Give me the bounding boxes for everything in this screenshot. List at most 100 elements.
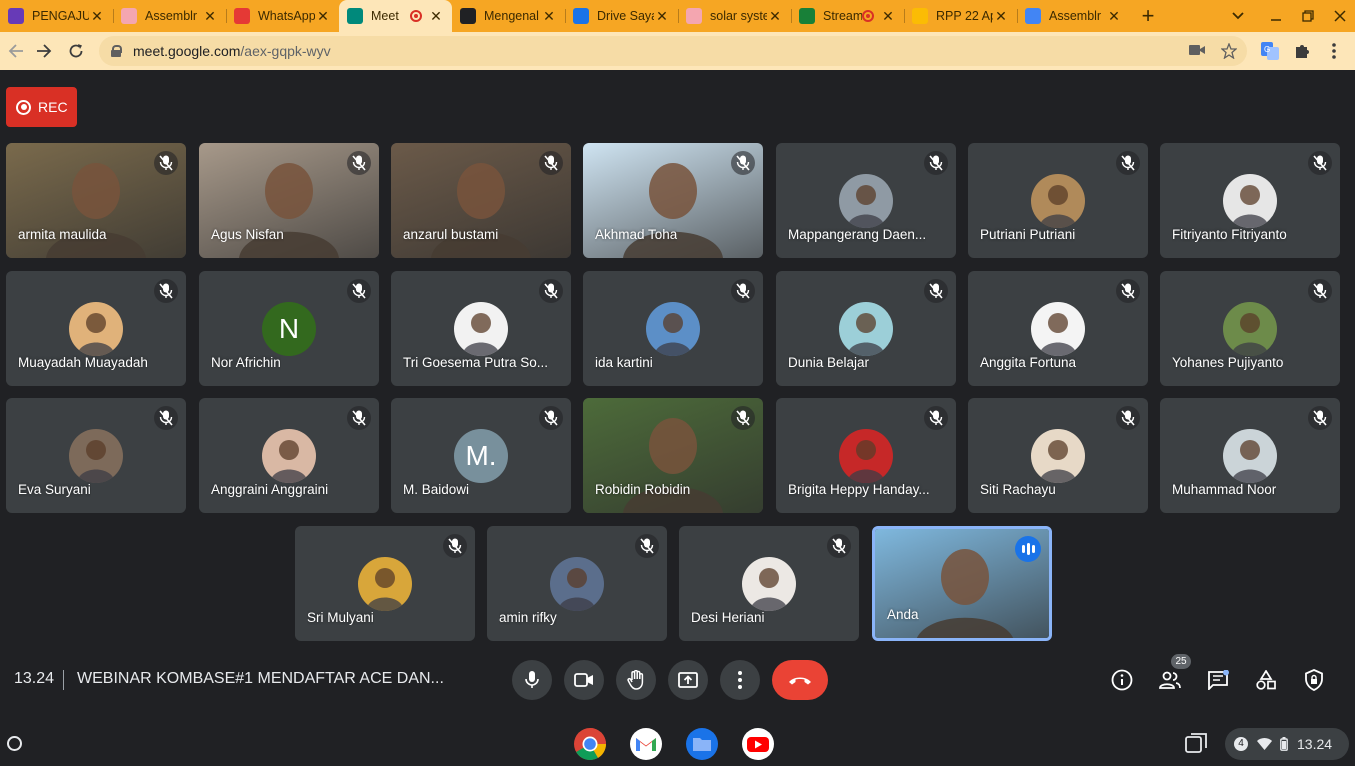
translate-extension-button[interactable]: G: [1254, 35, 1286, 67]
restore-button[interactable]: [1292, 0, 1324, 32]
participant-name: Muayadah Muayadah: [18, 355, 148, 370]
participant-tile[interactable]: Desi Heriani: [679, 526, 859, 641]
browser-menu-button[interactable]: [1318, 35, 1350, 67]
browser-tab[interactable]: Stream ✕: [791, 0, 904, 32]
chat-button[interactable]: [1204, 666, 1232, 694]
participant-tile[interactable]: Akhmad Toha: [583, 143, 763, 258]
lock-icon[interactable]: [111, 45, 122, 57]
browser-tab[interactable]: Assemblr ✕: [1017, 0, 1130, 32]
activities-button[interactable]: [1252, 666, 1280, 694]
browser-tab[interactable]: Drive Saya ✕: [565, 0, 678, 32]
participant-tile[interactable]: Sri Mulyani: [295, 526, 475, 641]
participant-tile[interactable]: Putriani Putriani: [968, 143, 1148, 258]
participant-tile[interactable]: Fitriyanto Fitriyanto: [1160, 143, 1340, 258]
participant-tile[interactable]: Yohanes Pujiyanto: [1160, 271, 1340, 386]
close-tab-icon[interactable]: ✕: [315, 8, 331, 25]
bookmark-star-icon[interactable]: [1220, 42, 1238, 60]
browser-tab[interactable]: solar system✕: [678, 0, 791, 32]
microphone-button[interactable]: [512, 660, 552, 700]
chevron-down-icon: [1232, 12, 1244, 20]
close-tab-icon[interactable]: ✕: [880, 8, 896, 25]
participant-name: Sri Mulyani: [307, 610, 374, 625]
participant-tile[interactable]: amin rifky: [487, 526, 667, 641]
self-video-tile[interactable]: Anda: [872, 526, 1052, 641]
present-screen-button[interactable]: [668, 660, 708, 700]
participant-tile[interactable]: Anggita Fortuna: [968, 271, 1148, 386]
launcher-button[interactable]: [7, 736, 22, 751]
reload-button[interactable]: [60, 35, 92, 67]
participant-tile[interactable]: Tri Goesema Putra So...: [391, 271, 571, 386]
avatar: [1223, 429, 1277, 483]
address-bar[interactable]: meet.google.com/aex-gqpk-wyv: [99, 36, 1247, 66]
microphone-off-icon: [539, 406, 563, 430]
close-tab-icon[interactable]: ✕: [993, 8, 1009, 25]
browser-tab[interactable]: PENGAJUAN✕: [0, 0, 113, 32]
svg-text:G: G: [1264, 45, 1270, 54]
gmail-app-icon[interactable]: [629, 727, 663, 761]
participant-name: Mappangerang Daen...: [788, 227, 927, 242]
close-tab-icon[interactable]: ✕: [202, 8, 218, 25]
microphone-off-icon: [924, 279, 948, 303]
battery-icon: [1280, 737, 1288, 751]
minimize-button[interactable]: [1260, 0, 1292, 32]
participant-tile[interactable]: ida kartini: [583, 271, 763, 386]
participant-tile[interactable]: Muayadah Muayadah: [6, 271, 186, 386]
close-tab-icon[interactable]: ✕: [654, 8, 670, 25]
microphone-off-icon: [347, 151, 371, 175]
host-controls-button[interactable]: [1300, 666, 1328, 694]
meeting-title[interactable]: WEBINAR KOMBASE#1 MENDAFTAR ACE DAN...: [77, 670, 444, 688]
participant-tile[interactable]: Siti Rachayu: [968, 398, 1148, 513]
microphone-off-icon: [347, 406, 371, 430]
participant-tile[interactable]: Mappangerang Daen...: [776, 143, 956, 258]
camera-button[interactable]: [564, 660, 604, 700]
tab-search-button[interactable]: [1222, 0, 1254, 32]
leave-call-button[interactable]: [772, 660, 828, 700]
participant-tile[interactable]: armita maulida: [6, 143, 186, 258]
close-window-button[interactable]: [1324, 0, 1355, 32]
files-app-icon[interactable]: [685, 727, 719, 761]
close-tab-icon[interactable]: ✕: [1106, 8, 1122, 25]
meeting-details-button[interactable]: [1108, 666, 1136, 694]
forward-button[interactable]: [28, 35, 60, 67]
whatsapp-alert-icon: [234, 8, 250, 24]
avatar: [262, 429, 316, 483]
close-tab-icon[interactable]: ✕: [767, 8, 783, 25]
participant-name: Brigita Heppy Handay...: [788, 482, 930, 497]
participant-tile[interactable]: Muhammad Noor: [1160, 398, 1340, 513]
participant-tile[interactable]: M. M. Baidowi: [391, 398, 571, 513]
raise-hand-button[interactable]: [616, 660, 656, 700]
tab-title: Mengenal: [484, 9, 539, 23]
browser-tab[interactable]: RPP 22 April✕: [904, 0, 1017, 32]
browser-tab[interactable]: WhatsApp ✕: [226, 0, 339, 32]
chrome-app-icon[interactable]: [573, 727, 607, 761]
browser-tab[interactable]: Assemblr ✕: [113, 0, 226, 32]
close-tab-icon[interactable]: ✕: [541, 8, 557, 25]
participant-tile[interactable]: Eva Suryani: [6, 398, 186, 513]
participant-tile[interactable]: anzarul bustami: [391, 143, 571, 258]
camera-in-use-icon[interactable]: [1189, 43, 1205, 59]
browser-tab[interactable]: Meet ✕: [339, 0, 452, 32]
video-camera-icon: [574, 673, 593, 687]
participant-tile[interactable]: Brigita Heppy Handay...: [776, 398, 956, 513]
participant-tile[interactable]: Robidin Robidin: [583, 398, 763, 513]
system-tray[interactable]: 4 13.24: [1225, 728, 1349, 760]
participant-tile[interactable]: Dunia Belajar: [776, 271, 956, 386]
close-tab-icon[interactable]: ✕: [428, 8, 444, 25]
puzzle-icon: [1296, 45, 1309, 58]
close-tab-icon[interactable]: ✕: [89, 8, 105, 25]
browser-tab[interactable]: Mengenal ✕: [452, 0, 565, 32]
extensions-button[interactable]: [1286, 35, 1318, 67]
more-options-button[interactable]: [720, 660, 760, 700]
holding-space-button[interactable]: [1185, 733, 1209, 755]
participant-tile[interactable]: Agus Nisfan: [199, 143, 379, 258]
recording-indicator[interactable]: REC: [6, 87, 77, 127]
youtube-app-icon[interactable]: [741, 727, 775, 761]
forms-icon: [8, 8, 24, 24]
people-button[interactable]: [1156, 666, 1184, 694]
participant-tile[interactable]: N Nor Africhin: [199, 271, 379, 386]
microphone-off-icon: [731, 151, 755, 175]
new-tab-button[interactable]: +: [1130, 0, 1166, 32]
microphone-off-icon: [1116, 279, 1140, 303]
shield-lock-icon: [1305, 669, 1323, 691]
participant-tile[interactable]: Anggraini Anggraini: [199, 398, 379, 513]
